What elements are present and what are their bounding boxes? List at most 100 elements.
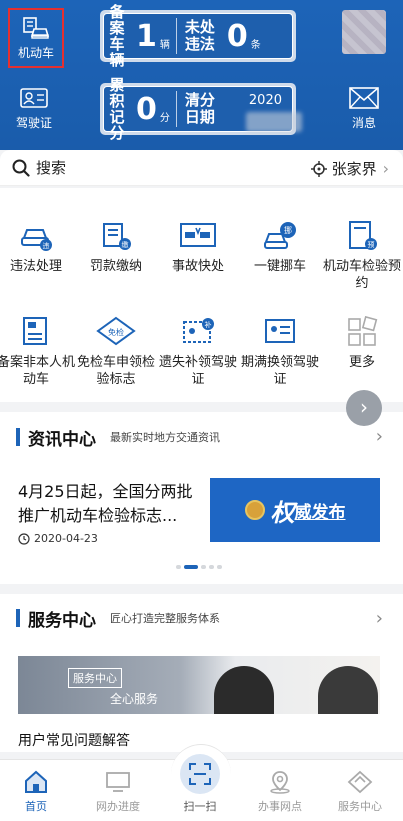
chevron-right-icon: › bbox=[375, 426, 383, 447]
registered-vehicles-count: 1 bbox=[136, 18, 157, 54]
news-card[interactable]: 4月25日起，全国分两批推广机动车检验标志... 2020-04-23 权 威发… bbox=[0, 462, 403, 584]
avatar[interactable] bbox=[342, 10, 386, 54]
next-page-button[interactable]: › bbox=[346, 390, 382, 426]
car-violation-icon: 违 bbox=[21, 229, 52, 251]
message-button[interactable]: 消息 bbox=[336, 82, 392, 134]
grid-label: 违法处理 bbox=[9, 259, 62, 274]
news-section-title: 资讯中心 bbox=[28, 429, 96, 450]
grid-item-register[interactable]: 备案非本人机动车 bbox=[0, 316, 76, 388]
carousel-dot[interactable] bbox=[209, 565, 214, 569]
chevron-right-icon: › bbox=[375, 608, 383, 629]
carousel-dot[interactable] bbox=[176, 565, 181, 569]
violations-unit: 条 bbox=[250, 39, 261, 51]
banner-text-a: 权 bbox=[270, 498, 295, 527]
scan-icon bbox=[189, 763, 211, 785]
news-section-header[interactable]: 资讯中心 最新实时地方交通资讯 › bbox=[0, 412, 403, 462]
carousel-dot-active[interactable] bbox=[184, 565, 198, 569]
authority-banner[interactable]: 权 威发布 bbox=[210, 478, 380, 542]
vehicle-summary-plate[interactable]: 备案车辆 1 辆 未处违法 0 条 bbox=[100, 4, 296, 68]
bottom-tab-bar: 首页 网办进度 扫一扫 办事网点 服务中心 bbox=[0, 744, 403, 821]
grid-item-reissue[interactable]: 补 遗失补领驾驶证 bbox=[158, 316, 238, 388]
message-label: 消息 bbox=[351, 116, 376, 130]
grid-item-move-car[interactable]: 挪 一键挪车 bbox=[240, 220, 320, 275]
grid-label: 遗失补领驾驶证 bbox=[158, 355, 237, 387]
points-label: 累积记分 bbox=[109, 76, 125, 142]
grid-item-renew[interactable]: 期满换领驾驶证 bbox=[240, 316, 320, 388]
tab-label: 首页 bbox=[25, 800, 47, 813]
scan-button[interactable] bbox=[180, 754, 220, 794]
tab-label: 网办进度 bbox=[96, 800, 140, 813]
search-bar[interactable]: 搜索 张家界 › bbox=[0, 150, 403, 186]
grid-item-more[interactable]: 更多 bbox=[322, 316, 402, 371]
violations-label: 未处违法 bbox=[184, 18, 215, 53]
police-emblem-icon bbox=[244, 500, 265, 520]
location-selector[interactable]: 张家界 › bbox=[310, 158, 389, 179]
grid-item-violation[interactable]: 违 违法处理 bbox=[0, 220, 76, 275]
svg-text:免检: 免检 bbox=[108, 327, 124, 337]
section-accent-bar bbox=[16, 428, 20, 446]
redacted-date bbox=[246, 112, 302, 132]
grid-item-accident[interactable]: 事故快处 bbox=[158, 220, 238, 275]
inspection-appointment-icon: 预 bbox=[349, 221, 377, 250]
envelope-icon bbox=[349, 87, 379, 109]
service-tag: 服务中心 bbox=[68, 668, 122, 688]
points-unit: 分 bbox=[159, 112, 170, 124]
service-banner-image: 服务中心 全心服务 bbox=[18, 656, 380, 714]
carousel-dot[interactable] bbox=[217, 565, 222, 569]
chevron-right-icon: › bbox=[382, 159, 389, 178]
accident-icon bbox=[180, 223, 216, 247]
search-label: 搜索 bbox=[36, 159, 67, 177]
svg-text:违: 违 bbox=[43, 242, 50, 250]
tab-home[interactable]: 首页 bbox=[0, 760, 76, 814]
grid-label: 机动车检验预约 bbox=[322, 259, 401, 291]
news-title: 4月25日起，全国分两批推广机动车检验标志... bbox=[18, 482, 193, 525]
service-card[interactable]: 服务中心 全心服务 用户常见问题解答 bbox=[0, 642, 403, 752]
service-tagline: 全心服务 bbox=[110, 692, 159, 706]
license-label: 驾驶证 bbox=[15, 116, 52, 130]
service-icon bbox=[347, 770, 373, 794]
registered-vehicles-label: 备案车辆 bbox=[109, 3, 125, 69]
agent-figure bbox=[318, 666, 378, 714]
vehicle-icon bbox=[23, 17, 50, 39]
tab-progress[interactable]: 网办进度 bbox=[78, 760, 158, 814]
search-icon bbox=[12, 159, 30, 177]
license-card-icon bbox=[20, 88, 48, 108]
tab-offices[interactable]: 办事网点 bbox=[240, 760, 320, 814]
svg-text:挪: 挪 bbox=[284, 225, 292, 235]
grid-item-inspection[interactable]: 预 机动车检验预约 bbox=[322, 220, 402, 292]
service-caption: 用户常见问题解答 bbox=[18, 733, 130, 749]
grid-item-fine[interactable]: 缴 罚款缴纳 bbox=[76, 220, 156, 275]
reissue-license-icon: 补 bbox=[183, 318, 214, 343]
registered-vehicles-unit: 辆 bbox=[159, 39, 170, 51]
carousel-dots bbox=[176, 565, 222, 569]
grid-item-exempt[interactable]: 免检 免检车申领检验标志 bbox=[76, 316, 156, 388]
service-section-title: 服务中心 bbox=[28, 610, 96, 631]
location-label: 张家界 bbox=[331, 160, 377, 178]
svg-text:缴: 缴 bbox=[122, 240, 129, 249]
grid-label: 事故快处 bbox=[171, 259, 224, 274]
banner-text-b: 威发布 bbox=[294, 502, 346, 523]
monitor-icon bbox=[106, 772, 130, 792]
points-count: 0 bbox=[136, 91, 157, 127]
service-section-header[interactable]: 服务中心 匠心打造完整服务体系 › bbox=[0, 594, 403, 642]
crosshair-icon bbox=[310, 160, 327, 177]
clock-icon bbox=[18, 532, 30, 545]
svg-text:补: 补 bbox=[205, 320, 212, 329]
exempt-label-icon: 免检 bbox=[96, 316, 136, 346]
grid-label: 一键挪车 bbox=[253, 259, 306, 274]
register-vehicle-icon bbox=[23, 317, 47, 345]
section-accent-bar bbox=[16, 609, 20, 627]
carousel-dot[interactable] bbox=[201, 565, 206, 569]
fine-payment-icon: 缴 bbox=[103, 223, 131, 250]
tab-service[interactable]: 服务中心 bbox=[320, 760, 400, 814]
location-pin-icon bbox=[270, 771, 290, 794]
renew-license-icon bbox=[265, 319, 295, 343]
vehicle-button[interactable]: 机动车 bbox=[8, 8, 64, 68]
grid-label: 更多 bbox=[348, 355, 375, 370]
violations-count: 0 bbox=[226, 18, 248, 54]
divider bbox=[175, 18, 177, 54]
clear-date-label: 清分日期 bbox=[184, 91, 215, 126]
header: 机动车 备案车辆 1 辆 未处违法 0 条 驾驶证 累积记分 0 分 清分日期 … bbox=[0, 0, 403, 150]
license-button[interactable]: 驾驶证 bbox=[6, 82, 62, 134]
grid-label: 期满换领驾驶证 bbox=[240, 355, 319, 387]
